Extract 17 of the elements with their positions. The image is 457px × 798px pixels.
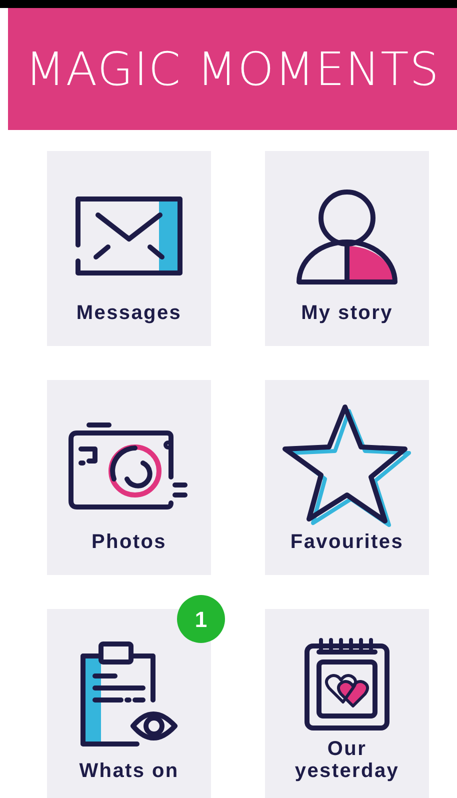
person-icon <box>295 188 399 286</box>
tile-label: Photos <box>92 531 166 553</box>
star-icon <box>281 402 413 528</box>
menu-tile[interactable]: Our yesterday <box>265 609 429 798</box>
tile-label: Whats on <box>79 760 179 782</box>
menu-tile[interactable]: My story <box>265 151 429 346</box>
menu-tile[interactable]: Favourites <box>265 380 429 575</box>
tile-label: Our yesterday <box>294 738 400 782</box>
tile-label: My story <box>301 302 393 324</box>
menu-tile[interactable]: Messages <box>47 151 211 346</box>
tile-label: Messages <box>76 302 182 324</box>
calendar-icon <box>303 636 391 732</box>
envelope-icon <box>74 194 184 278</box>
notification-badge: 1 <box>177 595 225 643</box>
tile-label: Favourites <box>290 531 404 553</box>
menu-tile[interactable]: Photos <box>47 380 211 575</box>
app-title: MAGIC MOMENTS <box>25 46 440 92</box>
